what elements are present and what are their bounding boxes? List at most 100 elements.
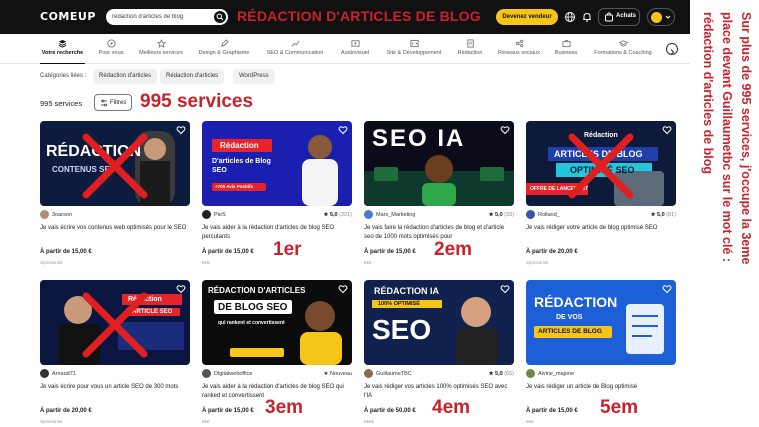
seller-rating: ★ 5,0 (81)	[651, 212, 676, 218]
seller-name[interactable]: Arnaud71	[52, 371, 76, 377]
service-thumbnail[interactable]: RÉDACTION D'ARTICLES DE BLOG SEO qui ran…	[202, 280, 352, 365]
vertical-caption: Sur plus de 995 services, j'occupe la 3e…	[700, 12, 759, 417]
related-tag[interactable]: WordPress	[233, 69, 275, 84]
seller-avatar[interactable]	[526, 369, 535, 378]
related-tag[interactable]: Rédaction d'articles	[160, 69, 225, 84]
star-icon	[156, 39, 166, 48]
cross-out-mark	[82, 133, 148, 199]
related-tag[interactable]: Rédaction d'articles	[93, 69, 158, 84]
seller-avatar[interactable]	[202, 369, 211, 378]
category-tab-design[interactable]: Design & Graphisme	[194, 36, 254, 64]
service-price: À partir de 15,00 €	[526, 408, 578, 414]
search-bar[interactable]	[106, 9, 228, 25]
price-level: €€€	[202, 419, 210, 424]
service-thumbnail[interactable]: RÉDACTION DE VOS ARTICLES DE BLOG	[526, 280, 676, 365]
cart-icon	[605, 12, 613, 22]
thumbnail-subtitle: D'articles de Blog SEO	[212, 158, 271, 174]
service-description[interactable]: Je vais rédiger votre article de blog op…	[526, 224, 676, 233]
service-thumbnail[interactable]: SEO IA	[364, 121, 514, 206]
search-input[interactable]	[112, 11, 212, 23]
heart-icon[interactable]	[338, 284, 348, 294]
overlay-results-count: 995 services	[140, 91, 254, 112]
seller-avatar[interactable]	[40, 210, 49, 219]
category-nav: Votre recherche Pour vous Meilleurs serv…	[0, 36, 690, 64]
seller-name[interactable]: Rolland_	[538, 212, 560, 218]
thumbnail-subtitle: DE VOS	[556, 314, 583, 321]
service-description[interactable]: Je vais écrire pour vous un article SEO …	[40, 383, 190, 392]
seller-name[interactable]: Digitalweboffice	[214, 371, 252, 377]
heart-icon[interactable]	[662, 284, 672, 294]
seller-name[interactable]: Aivine_majone	[538, 371, 574, 377]
heart-icon[interactable]	[662, 125, 672, 135]
category-label: Site & Développement	[386, 50, 442, 56]
category-label: Réseaux sociaux	[498, 50, 540, 56]
category-tab-votre-recherche[interactable]: Votre recherche	[40, 36, 85, 64]
search-button[interactable]	[214, 11, 226, 23]
service-price: À partir de 15,00 €	[202, 408, 254, 414]
film-icon	[350, 40, 360, 47]
seller-row: 3oarson	[40, 210, 190, 220]
category-label: Votre recherche	[41, 50, 84, 56]
heart-icon[interactable]	[176, 284, 186, 294]
heart-icon[interactable]	[500, 284, 510, 294]
share-icon	[515, 39, 523, 48]
seller-avatar[interactable]	[40, 369, 49, 378]
seller-avatar[interactable]	[202, 210, 211, 219]
thumbnail-title: RÉDACTION	[534, 294, 618, 310]
category-tab-site[interactable]: Site & Développement	[381, 36, 447, 64]
category-tab-formations[interactable]: Formations & Coaching	[588, 36, 658, 64]
sponsored-label: Sponsorisé	[40, 260, 63, 265]
top-header: COMEUP RÉDACTION D'ARTICLES DE BLOG Deve…	[0, 0, 690, 34]
review-count: (81)	[666, 212, 676, 218]
service-description[interactable]: Je vais écrire vos contenus web optimisé…	[40, 224, 190, 233]
seller-name[interactable]: Marx_Marketing	[376, 212, 415, 218]
globe-icon[interactable]	[564, 11, 576, 23]
seller-avatar[interactable]	[364, 210, 373, 219]
service-thumbnail[interactable]: RÉDACTION IA 100% OPTIMISÉ SEO	[364, 280, 514, 365]
heart-icon[interactable]	[500, 125, 510, 135]
category-tab-audiovisuel[interactable]: Audiovisuel	[336, 36, 374, 64]
cross-out-mark	[82, 292, 148, 358]
service-price: À partir de 15,00 €	[364, 249, 416, 255]
category-tab-seo[interactable]: SEO & Communication	[262, 36, 328, 64]
vertical-caption-line: rédaction d'articles de blog	[701, 12, 715, 175]
thumbnail-subtitle: DE BLOG SEO	[218, 302, 288, 313]
heart-icon[interactable]	[176, 125, 186, 135]
category-label: Rédaction	[457, 50, 483, 56]
user-avatar-menu[interactable]	[647, 8, 675, 26]
thumbnail-subtitle: 100% OPTIMISÉ	[378, 301, 420, 307]
cart-button[interactable]: Achats	[598, 8, 640, 26]
bell-icon[interactable]	[581, 11, 593, 23]
thumbnail-extra: +700 Avis Positifs	[215, 184, 254, 189]
seller-row: Rolland_ ★ 5,0 (81)	[526, 210, 676, 220]
category-tab-reseaux-sociaux[interactable]: Réseaux sociaux	[494, 36, 544, 64]
seller-name[interactable]: PieS	[214, 212, 226, 218]
category-tab-meilleurs-services[interactable]: Meilleurs services	[134, 36, 188, 64]
comeup-logo[interactable]: COMEUP	[40, 10, 96, 23]
filters-button[interactable]: Filtres	[94, 94, 132, 111]
service-description[interactable]: Je vais rédiger un article de Blog optim…	[526, 383, 676, 392]
seller-name[interactable]: 3oarson	[52, 212, 72, 218]
service-price: À partir de 15,00 €	[40, 249, 92, 255]
service-price: À partir de 50,00 €	[364, 408, 416, 414]
category-label: Business	[554, 50, 578, 56]
category-label: Meilleurs services	[139, 50, 183, 56]
category-tab-pour-vous[interactable]: Pour vous	[95, 36, 127, 64]
seller-name[interactable]: GuillaumeTBC	[376, 371, 412, 377]
service-price: À partir de 20,00 €	[526, 249, 578, 255]
avatar	[651, 12, 662, 23]
thumbnail-title: SEO IA	[372, 125, 466, 152]
price-level: €€€€	[364, 419, 375, 424]
become-seller-button[interactable]: Devenez vendeur	[496, 9, 558, 25]
category-next-button[interactable]	[666, 43, 678, 55]
cart-label: Achats	[616, 13, 637, 19]
thumbnail-extra: ARTICLES DE BLOG	[538, 328, 602, 335]
category-tab-redaction[interactable]: Rédaction	[454, 36, 486, 64]
seller-avatar[interactable]	[526, 210, 535, 219]
heart-icon[interactable]	[338, 125, 348, 135]
category-tab-business[interactable]: Business	[552, 36, 580, 64]
thumbnail-title: RÉDACTION IA	[374, 286, 439, 296]
service-price: À partir de 15,00 €	[202, 249, 254, 255]
service-thumbnail[interactable]: Rédaction D'articles de Blog SEO +700 Av…	[202, 121, 352, 206]
seller-avatar[interactable]	[364, 369, 373, 378]
